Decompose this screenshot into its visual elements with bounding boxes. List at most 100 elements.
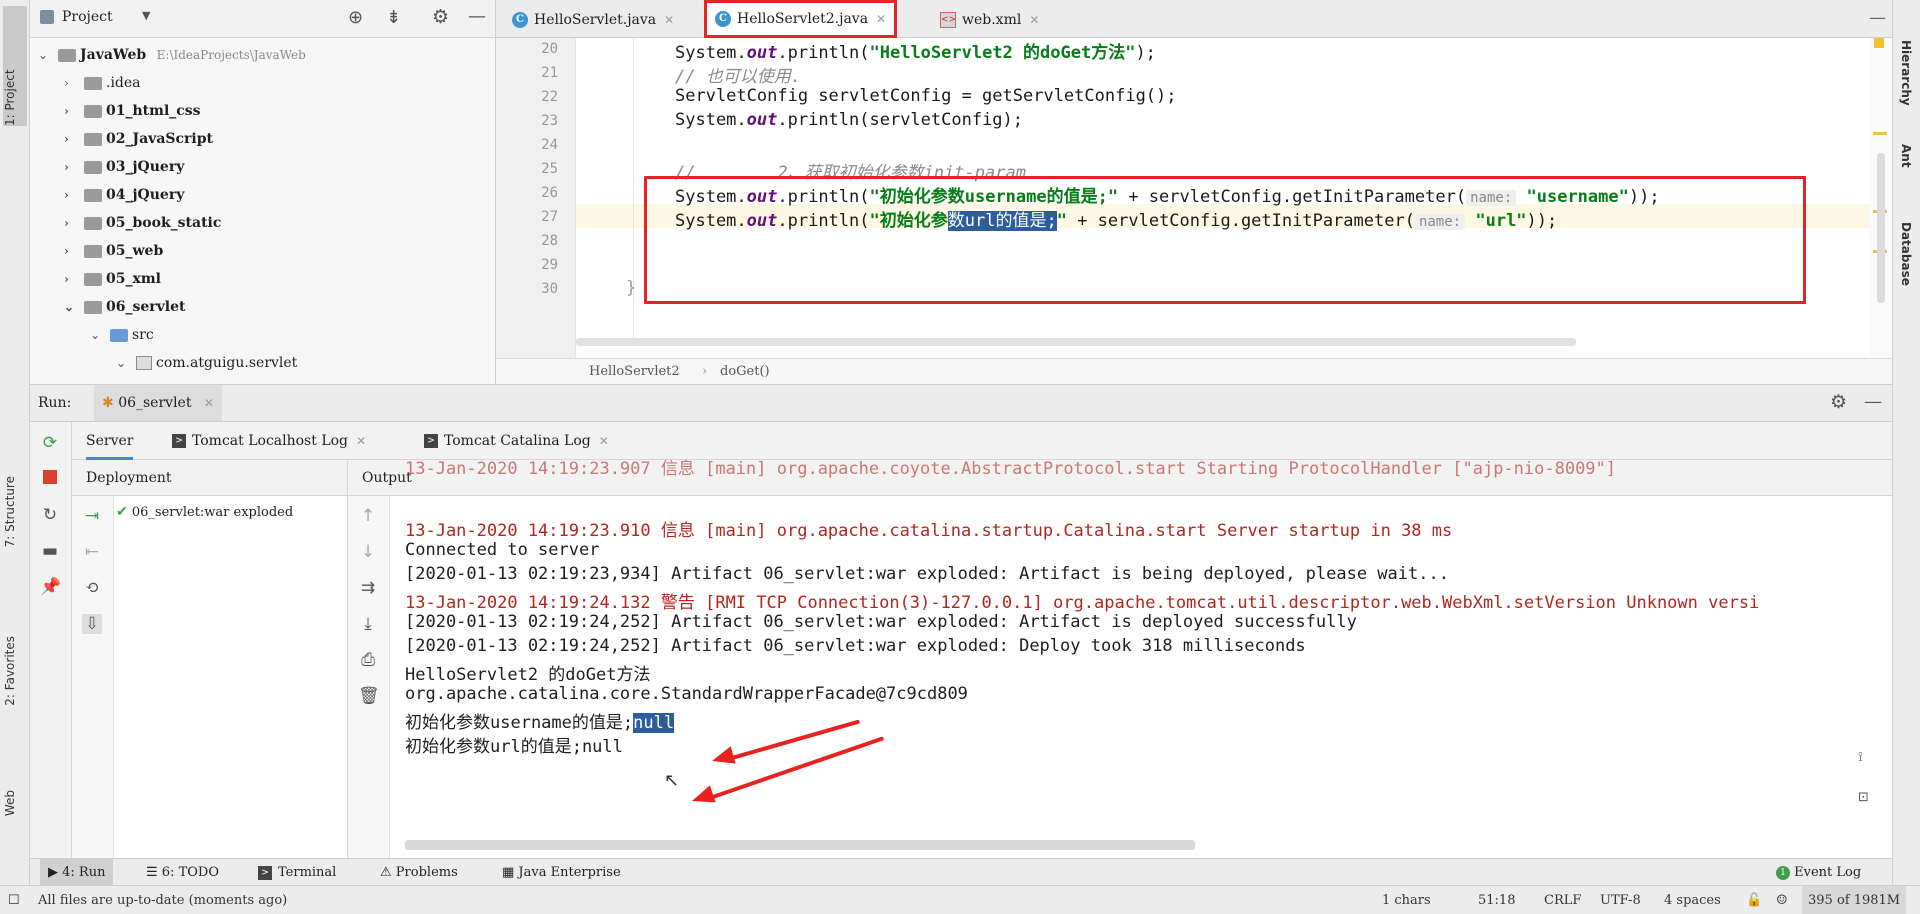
tree-item-web[interactable]: › 05_web	[64, 238, 163, 264]
undeploy-icon[interactable]: ⇤	[82, 542, 102, 562]
tree-item-label: 02_JavaScript	[106, 131, 213, 147]
close-icon[interactable]: ✕	[664, 13, 674, 27]
pin-icon[interactable]: 📌	[40, 577, 61, 597]
artifact-label: 06_servlet:war exploded	[131, 505, 294, 520]
trash-icon[interactable]: 🗑	[358, 686, 380, 706]
code-line-30: }	[626, 278, 637, 298]
arrow-up-icon[interactable]: ↑	[358, 506, 378, 526]
structure-tool-tab[interactable]: 7: Structure	[3, 476, 17, 547]
tree-item-xml[interactable]: › 05_xml	[64, 266, 161, 292]
tab-tomcat-catalina-log[interactable]: > Tomcat Catalina Log ✕	[424, 422, 609, 460]
project-view-icon	[40, 10, 54, 24]
stop-icon[interactable]	[40, 469, 60, 489]
problems-tool-button[interactable]: ⚠ Problems	[380, 859, 458, 886]
artifact-item[interactable]: ✔ 06_servlet:war exploded	[116, 504, 293, 520]
tree-item-label: JavaWeb	[80, 47, 147, 63]
gear-icon[interactable]: ⚙	[432, 6, 449, 28]
tab-web-xml[interactable]: <> web.xml ✕	[932, 4, 1047, 36]
database-tool-tab[interactable]: Database	[1899, 222, 1913, 286]
log-text: 初始化参数username的值是;	[405, 713, 634, 733]
minimize-icon[interactable]: —	[1869, 8, 1886, 28]
tree-item-jquery-03[interactable]: › 03_jQuery	[64, 154, 184, 180]
run-config-tab[interactable]: ✱ 06_servlet ✕	[94, 385, 222, 421]
tree-item-src[interactable]: ⌄ src	[90, 322, 154, 348]
java-enterprise-tool-button[interactable]: ▦ Java Enterprise	[502, 859, 621, 886]
folder-icon	[84, 244, 102, 258]
chevron-down-icon[interactable]: ▼	[142, 9, 150, 22]
file-encoding[interactable]: UTF-8	[1600, 886, 1641, 914]
project-view-selector[interactable]: Project	[62, 9, 113, 25]
chevron-right-icon: ›	[64, 244, 69, 258]
breadcrumb-method[interactable]: doGet()	[720, 364, 770, 379]
tab-tomcat-localhost-log[interactable]: > Tomcat Localhost Log ✕	[172, 422, 366, 460]
tree-item-root[interactable]: ⌄ JavaWeb E:\IdeaProjects\JavaWeb	[38, 42, 306, 68]
tree-item-package[interactable]: ⌄ com.atguigu.servlet	[116, 350, 297, 376]
memory-indicator[interactable]: 395 of 1981M	[1802, 886, 1907, 914]
stripe-marker[interactable]	[1873, 132, 1887, 135]
web-tool-tab[interactable]: Web	[3, 790, 17, 816]
horizontal-scrollbar[interactable]	[405, 840, 1195, 850]
status-message: All files are up-to-date (moments ago)	[38, 893, 288, 908]
status-toggle-icon[interactable]: ☐	[8, 886, 20, 914]
deploy-all-icon[interactable]: ⇩	[82, 614, 102, 634]
tab-server[interactable]: Server	[86, 422, 134, 460]
tree-item-jquery-04[interactable]: › 04_jQuery	[64, 182, 184, 208]
inspector-icon[interactable]: ☺	[1776, 886, 1788, 914]
hide-panel-icon[interactable]: —	[1864, 391, 1882, 412]
lock-icon[interactable]: 🔓	[1746, 886, 1762, 914]
tree-item-javascript[interactable]: › 02_JavaScript	[64, 126, 213, 152]
collapse-all-icon[interactable]: ⇟	[386, 7, 401, 28]
line-number: 21	[541, 65, 558, 81]
update-icon[interactable]: ↻	[40, 505, 60, 525]
refresh-icon[interactable]: ⟲	[82, 578, 102, 598]
class-icon: C	[715, 11, 731, 27]
line-number: 25	[541, 161, 558, 177]
tree-item-idea[interactable]: › .idea	[64, 70, 141, 96]
close-icon[interactable]: ✕	[1029, 13, 1039, 27]
arrow-down-icon[interactable]: ↓	[358, 542, 378, 562]
log-line: HelloServlet2 的doGet方法	[405, 665, 651, 685]
horizontal-scrollbar[interactable]	[576, 338, 1576, 346]
tab-helloservlet[interactable]: C HelloServlet.java ✕	[504, 4, 682, 36]
fold-gutter	[584, 38, 596, 358]
pin-icon[interactable]: ⟟	[1858, 750, 1863, 765]
indent-setting[interactable]: 4 spaces	[1664, 886, 1721, 914]
hierarchy-label: Hierarchy	[1899, 40, 1913, 106]
code-token: .println(servletConfig);	[777, 110, 1024, 130]
event-log-button[interactable]: 1 Event Log	[1776, 859, 1861, 886]
soft-wrap-icon[interactable]: ⇉	[358, 578, 378, 598]
deploy-icon[interactable]: ⇥	[82, 506, 102, 526]
caret-position[interactable]: 51:18	[1478, 886, 1515, 914]
close-icon[interactable]: ✕	[204, 396, 214, 410]
print-icon[interactable]: ⎙	[358, 650, 378, 670]
line-separator[interactable]: CRLF	[1544, 886, 1581, 914]
tree-item-book-static[interactable]: › 05_book_static	[64, 210, 221, 236]
ant-tool-tab[interactable]: Ant	[1899, 144, 1913, 168]
locate-icon[interactable]: ⊕	[348, 7, 363, 28]
layout-icon[interactable]: ▬	[40, 541, 60, 561]
close-icon[interactable]: ✕	[876, 12, 886, 26]
breadcrumb-class[interactable]: HelloServlet2	[589, 364, 680, 379]
gear-icon[interactable]: ⚙	[1830, 391, 1847, 413]
tool-label: Terminal	[278, 865, 337, 880]
check-icon: ✔	[116, 504, 128, 520]
rerun-icon[interactable]: ⟳	[40, 433, 60, 453]
source-folder-icon	[110, 328, 128, 342]
hierarchy-tool-tab[interactable]: Hierarchy	[1899, 40, 1913, 106]
favorites-tool-tab[interactable]: 2: Favorites	[3, 636, 17, 706]
project-tool-tab[interactable]: 1: Project	[3, 6, 27, 126]
warning-icon[interactable]	[1874, 38, 1884, 48]
vertical-scrollbar[interactable]	[1877, 153, 1885, 303]
hide-panel-icon[interactable]: —	[468, 6, 486, 27]
close-icon[interactable]: ✕	[599, 434, 609, 448]
run-tool-button[interactable]: ▶ 4: Run	[40, 859, 114, 886]
close-icon[interactable]: ✕	[356, 434, 366, 448]
terminal-tool-button[interactable]: > Terminal	[258, 859, 336, 886]
tree-item-servlet[interactable]: ⌄ 06_servlet	[64, 294, 185, 320]
tree-item-html-css[interactable]: › 01_html_css	[64, 98, 201, 124]
scroll-to-end-icon[interactable]: ⤓	[358, 614, 378, 634]
lock-icon[interactable]: ⊡	[1858, 790, 1869, 805]
tab-helloservlet2[interactable]: C HelloServlet2.java ✕	[704, 0, 898, 38]
todo-tool-button[interactable]: ☰ 6: TODO	[146, 859, 219, 886]
output-panel[interactable]: Output ↑ ↓ ⇉ ⤓ ⎙ 🗑 13-Jan-2020 14:19:23.…	[348, 460, 1892, 858]
